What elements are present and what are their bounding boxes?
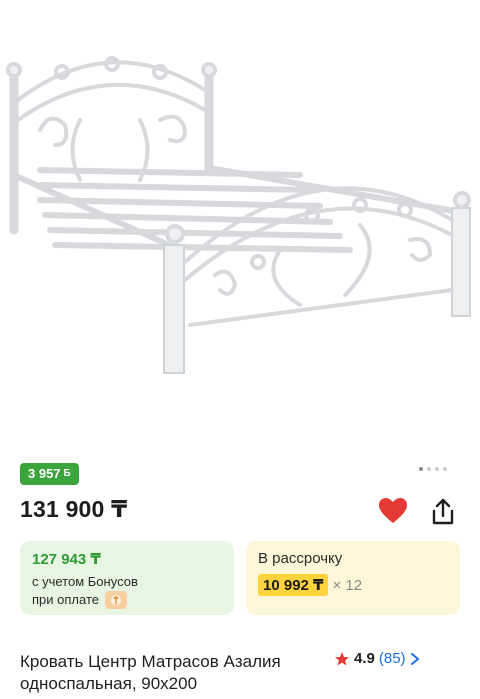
heart-icon (379, 498, 407, 523)
bonus-price-card[interactable]: 127 943 ₸ с учетом Бонусов при оплате (20, 541, 234, 615)
installment-row: 10 992 ₸ × 12 (258, 574, 448, 596)
product-title: Кровать Центр Матрасов Азалия односпальн… (20, 652, 281, 693)
image-carousel-dots[interactable] (419, 467, 447, 471)
bonus-note-line2-row: при оплате (32, 591, 222, 609)
share-icon (432, 498, 454, 525)
share-button[interactable] (429, 497, 457, 527)
carousel-dot[interactable] (419, 467, 423, 471)
installment-card[interactable]: В рассрочку 10 992 ₸ × 12 (246, 541, 460, 615)
star-icon (335, 651, 349, 665)
bonus-note-line2: при оплате (32, 592, 99, 607)
carousel-dot[interactable] (443, 467, 447, 471)
bed-illustration (6, 56, 471, 374)
installment-months: × 12 (332, 576, 363, 594)
chevron-right-icon[interactable] (410, 652, 420, 666)
bonus-badge-value: 3 957 (28, 466, 61, 481)
installment-amount: 10 992 ₸ (258, 574, 329, 596)
installment-title: В рассрочку (258, 550, 343, 567)
carousel-dot[interactable] (427, 467, 431, 471)
favorite-button[interactable] (378, 497, 408, 525)
bonus-note-line1: с учетом Бонусов (32, 574, 138, 589)
payment-logo-icon (104, 591, 127, 609)
rating-score: 4.9 (354, 650, 375, 667)
bonus-note: с учетом Бонусов при оплате (32, 573, 222, 609)
product-image[interactable] (0, 0, 480, 440)
bonus-currency-symbol: Б (63, 468, 71, 479)
product-price: 131 900 ₸ (20, 496, 128, 522)
carousel-dot[interactable] (435, 467, 439, 471)
rating-link[interactable]: 4.9 (85) (334, 650, 420, 667)
reviews-count[interactable]: (85) (379, 650, 406, 667)
bonus-badge: 3 957 Б (20, 463, 79, 485)
bonus-price: 127 943 ₸ (32, 551, 101, 568)
